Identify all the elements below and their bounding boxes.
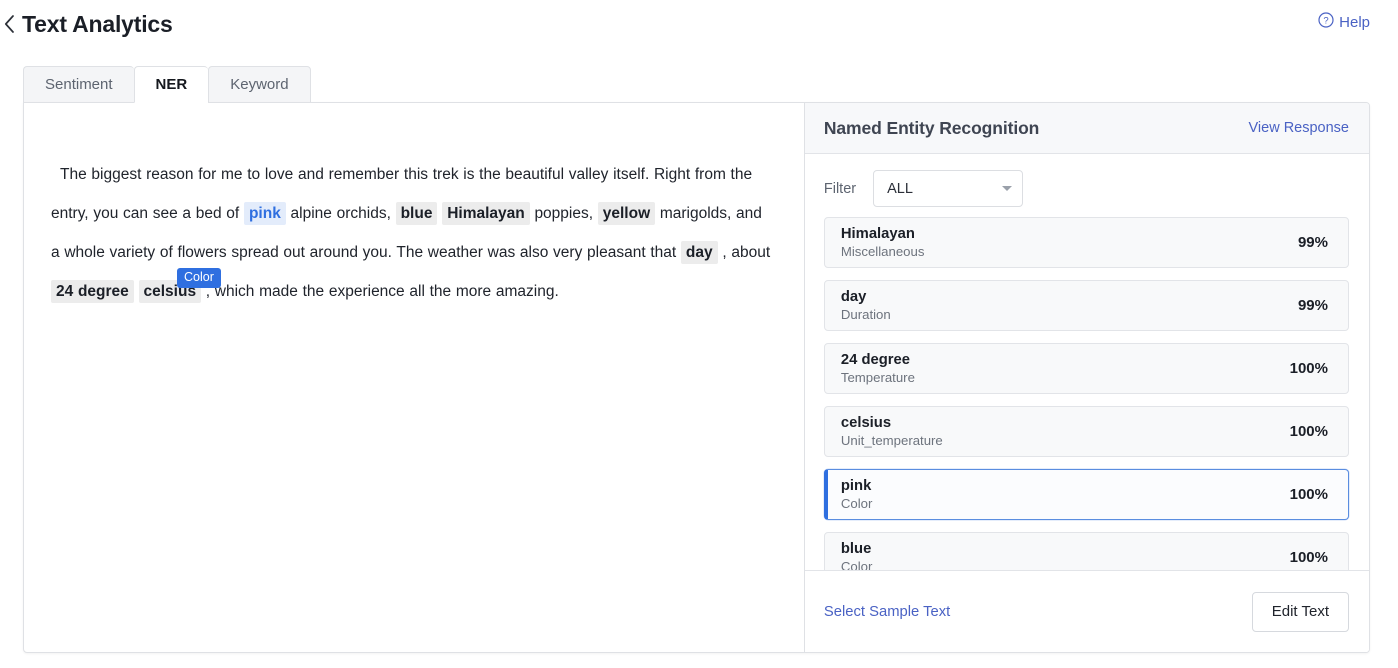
entity-type: Color (841, 495, 873, 512)
content-panel: Color The biggest reason for me to love … (23, 102, 1370, 653)
entity-score: 100% (1290, 549, 1328, 566)
text-segment: alpine orchids, (286, 205, 396, 222)
entity-card[interactable]: celsius Unit_temperature 100% (824, 406, 1349, 457)
tab-bar: Sentiment NER Keyword (23, 66, 311, 103)
text-segment: poppies, (530, 205, 598, 222)
entity-card-texts: day Duration (841, 288, 891, 323)
ner-footer: Select Sample Text Edit Text (805, 570, 1369, 652)
ner-header: Named Entity Recognition View Response (805, 103, 1369, 154)
entity-tooltip: Color (177, 268, 221, 288)
select-sample-text-link[interactable]: Select Sample Text (824, 604, 950, 620)
entity-card[interactable]: 24 degree Temperature 100% (824, 343, 1349, 394)
entity-type: Unit_temperature (841, 432, 943, 449)
edit-text-button[interactable]: Edit Text (1252, 592, 1349, 632)
entity-card[interactable]: day Duration 99% (824, 280, 1349, 331)
entity-score: 100% (1290, 423, 1328, 440)
ner-title: Named Entity Recognition (824, 118, 1039, 139)
filter-select[interactable]: ALL (873, 170, 1023, 207)
entity-name: day (841, 288, 891, 306)
entity-card-texts: celsius Unit_temperature (841, 414, 943, 449)
filter-select-value: ALL (887, 181, 913, 197)
back-chevron-icon[interactable] (0, 4, 18, 44)
entity-name: celsius (841, 414, 943, 432)
entity-list[interactable]: Himalayan Miscellaneous 99% day Duration… (805, 217, 1369, 570)
entity-type: Temperature (841, 369, 915, 386)
entity-mark-blue[interactable]: blue (396, 202, 438, 225)
entity-mark-yellow[interactable]: yellow (598, 202, 655, 225)
entity-card[interactable]: blue Color 100% (824, 532, 1349, 570)
text-segment: , which made the experience all the more… (201, 283, 559, 300)
entity-card-texts: pink Color (841, 477, 873, 512)
entity-card[interactable]: Himalayan Miscellaneous 99% (824, 217, 1349, 268)
entity-name: blue (841, 540, 873, 558)
entity-type: Miscellaneous (841, 243, 925, 260)
entity-card-texts: blue Color (841, 540, 873, 570)
entity-card-selected[interactable]: pink Color 100% (824, 469, 1349, 520)
view-response-link[interactable]: View Response (1249, 120, 1350, 136)
entity-type: Duration (841, 306, 891, 323)
analyzed-text[interactable]: The biggest reason for me to love and re… (51, 155, 774, 311)
entity-mark-24-degree[interactable]: 24 degree (51, 280, 134, 303)
text-pane: Color The biggest reason for me to love … (24, 103, 804, 652)
text-segment: , about (718, 244, 771, 261)
top-bar: Text Analytics ? Help (0, 0, 1398, 48)
tab-sentiment[interactable]: Sentiment (23, 66, 134, 103)
tab-ner[interactable]: NER (134, 66, 209, 103)
filter-row: Filter ALL (805, 154, 1369, 217)
tab-keyword[interactable]: Keyword (208, 66, 310, 103)
entity-mark-day[interactable]: day (681, 241, 718, 264)
entity-card-texts: Himalayan Miscellaneous (841, 225, 925, 260)
text-segment (134, 283, 139, 300)
question-circle-icon: ? (1318, 12, 1334, 32)
entity-name: Himalayan (841, 225, 925, 243)
chevron-down-icon (1002, 186, 1012, 191)
entity-score: 100% (1290, 360, 1328, 377)
entity-score: 100% (1290, 486, 1328, 503)
entity-mark-pink[interactable]: pink (244, 202, 286, 225)
ner-pane: Named Entity Recognition View Response F… (804, 103, 1369, 652)
filter-label: Filter (824, 181, 856, 197)
entity-score: 99% (1298, 297, 1328, 314)
entity-card-texts: 24 degree Temperature (841, 351, 915, 386)
entity-name: pink (841, 477, 873, 495)
entity-name: 24 degree (841, 351, 915, 369)
svg-text:?: ? (1323, 16, 1328, 27)
entity-mark-himalayan[interactable]: Himalayan (442, 202, 530, 225)
page-title: Text Analytics (22, 11, 173, 38)
help-label: Help (1339, 14, 1370, 31)
help-link[interactable]: ? Help (1318, 12, 1370, 32)
entity-type: Color (841, 558, 873, 570)
entity-score: 99% (1298, 234, 1328, 251)
